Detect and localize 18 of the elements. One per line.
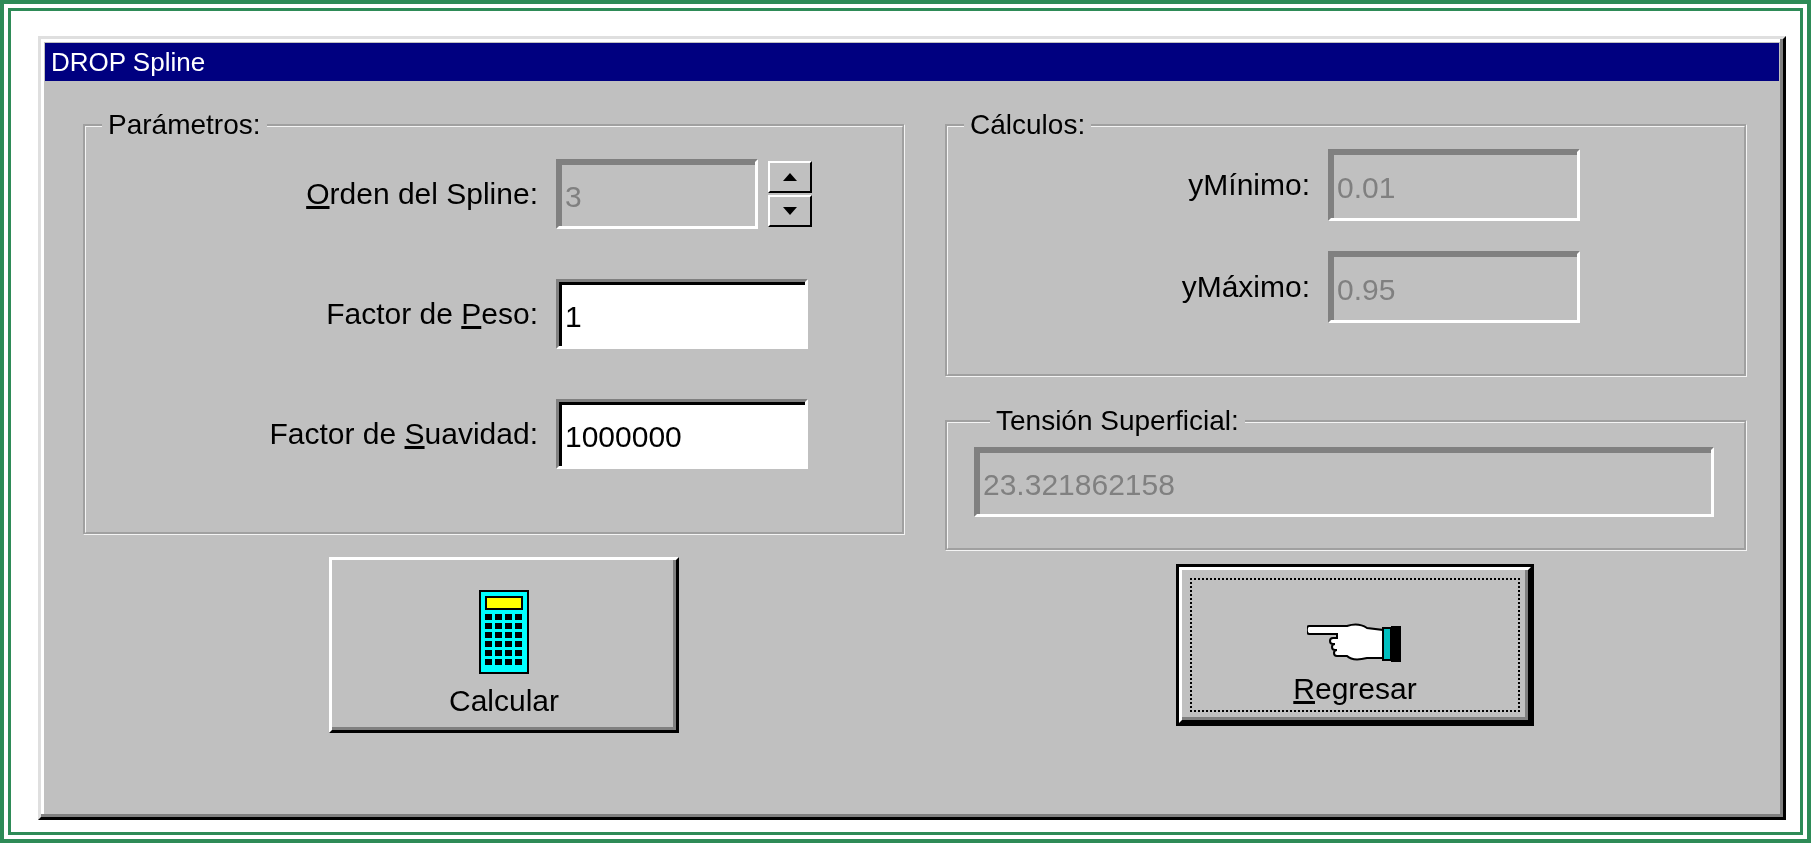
arrow-up-icon — [783, 173, 797, 181]
input-field[interactable]: 1000000 — [556, 399, 808, 469]
spin-down-button[interactable] — [768, 195, 812, 227]
group-title: Cálculos: — [969, 109, 1087, 141]
input-field[interactable]: 1 — [556, 279, 808, 349]
field-label: Factor de Suavidad: — [269, 417, 538, 451]
field-label: yMínimo: — [1188, 168, 1310, 202]
window-title: DROP Spline — [51, 46, 206, 78]
field-label: yMáximo: — [1181, 270, 1310, 304]
spin-up-button[interactable] — [768, 161, 812, 193]
field-label: Orden del Spline: — [306, 177, 538, 211]
field-label: Factor de Peso: — [326, 297, 538, 331]
arrow-down-icon — [783, 207, 797, 215]
group-title: Parámetros: — [107, 109, 262, 141]
calculate-button[interactable]: Calcular — [329, 557, 679, 733]
back-button[interactable]: Regresar — [1179, 567, 1531, 723]
calculator-icon — [479, 590, 529, 674]
group-title: Tensión Superficial: — [995, 405, 1240, 437]
